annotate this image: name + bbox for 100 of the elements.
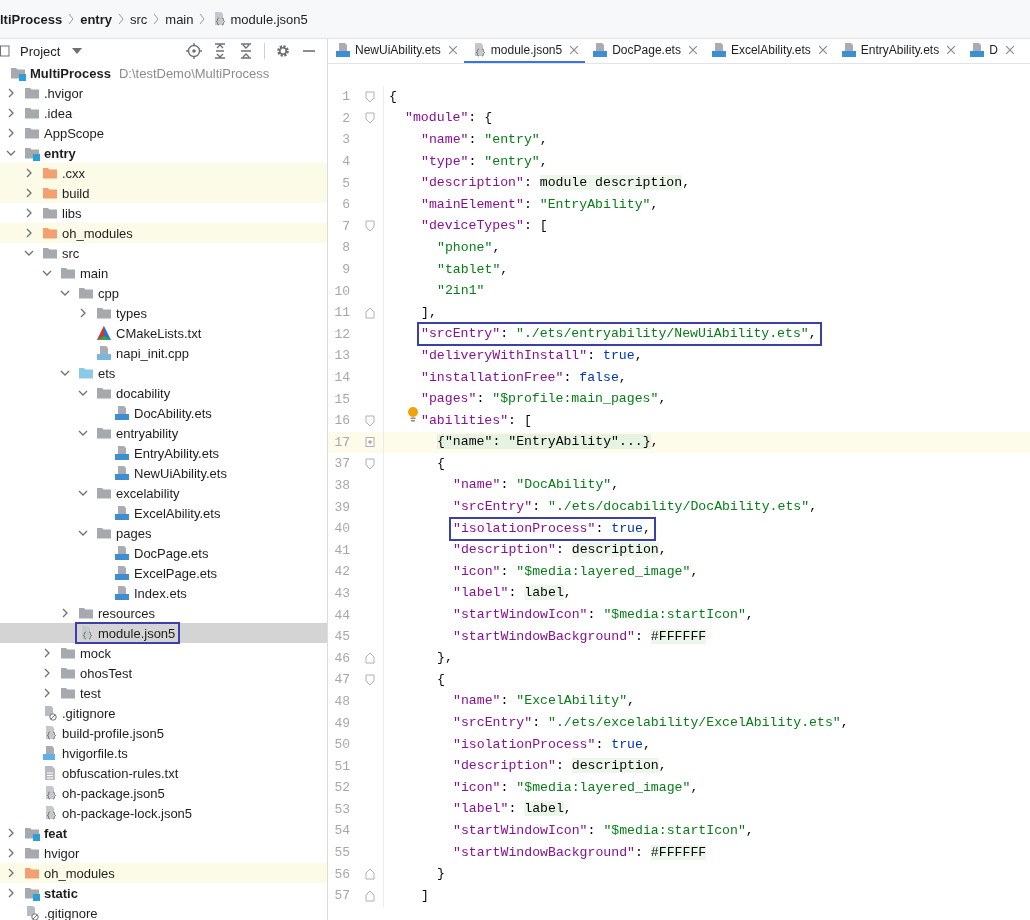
code-line: { xyxy=(436,670,446,689)
chevron-down-icon[interactable] xyxy=(78,388,88,398)
code-line: "icon": "$media:layered_image", xyxy=(452,778,700,797)
tree-item[interactable]: EntryAbility.ets xyxy=(134,445,219,461)
close-icon[interactable] xyxy=(818,46,827,54)
chevron-right-icon[interactable] xyxy=(24,168,34,178)
editor-tab[interactable]: D xyxy=(962,39,1014,63)
tree-item[interactable]: mock xyxy=(80,645,112,661)
tree-item[interactable]: oh-package-lock.json5 xyxy=(62,805,193,821)
editor-tab[interactable]: EntryAbility.ets xyxy=(833,39,963,63)
tree-item[interactable]: hvigorfile.ts xyxy=(62,745,128,761)
tree-item[interactable]: oh-package.json5 xyxy=(62,785,165,801)
breadcrumb-item[interactable]: module.json5 xyxy=(211,11,308,27)
chevron-down-icon[interactable] xyxy=(78,528,88,538)
tree-item[interactable]: build xyxy=(62,185,90,201)
chevron-right-icon[interactable] xyxy=(42,648,52,658)
editor-tab[interactable]: DocPage.ets xyxy=(585,39,704,63)
editor-tab[interactable]: ExcelAbility.ets xyxy=(703,39,834,63)
tree-item[interactable]: excelability xyxy=(116,485,180,501)
close-icon[interactable] xyxy=(448,46,457,54)
folder-icon xyxy=(24,865,40,881)
tree-item[interactable]: .idea xyxy=(44,105,73,121)
chevron-right-icon[interactable] xyxy=(6,128,16,138)
chevron-right-icon[interactable] xyxy=(24,188,34,198)
tree-item[interactable]: cpp xyxy=(98,285,119,301)
breadcrumb-item[interactable]: ltiProcess xyxy=(0,11,63,27)
chevron-right-icon[interactable] xyxy=(6,848,16,858)
tree-item[interactable]: oh_modules xyxy=(44,865,115,881)
tree-item[interactable]: entry xyxy=(44,145,76,161)
close-icon[interactable] xyxy=(688,46,697,54)
code-line: "pages": "$profile:main_pages", xyxy=(420,390,668,409)
tree-item[interactable]: test xyxy=(80,685,101,701)
tree-item[interactable]: ohosTest xyxy=(80,665,133,681)
lightbulb-icon[interactable] xyxy=(407,405,419,422)
tree-item[interactable]: oh_modules xyxy=(62,225,133,241)
tree-item[interactable]: ets xyxy=(98,365,116,381)
tree-item[interactable]: main xyxy=(80,265,109,281)
tree-item[interactable]: napi_init.cpp xyxy=(116,345,189,361)
tree-item[interactable]: entryability xyxy=(116,425,179,441)
close-icon[interactable] xyxy=(1005,46,1014,54)
tree-item[interactable]: Index.ets xyxy=(134,585,187,601)
chevron-down-icon[interactable] xyxy=(78,428,88,438)
tree-item[interactable]: types xyxy=(116,305,148,321)
chevron-down-icon[interactable] xyxy=(78,488,88,498)
chevron-right-icon[interactable] xyxy=(24,208,34,218)
tree-item[interactable]: .hvigor xyxy=(44,85,84,101)
chevron-right-icon[interactable] xyxy=(60,608,70,618)
tree-item[interactable]: static xyxy=(44,885,78,901)
crosshair-icon[interactable] xyxy=(186,43,202,59)
folder-icon xyxy=(24,85,40,101)
tree-item[interactable]: ExcelAbility.ets xyxy=(134,505,221,521)
tree-item[interactable]: DocAbility.ets xyxy=(134,405,212,421)
code-line: "name": "entry", xyxy=(420,131,549,149)
breadcrumb-item[interactable]: entry xyxy=(80,11,112,27)
tree-item[interactable]: docability xyxy=(116,385,171,401)
editor-tab[interactable]: NewUiAbility.ets xyxy=(328,39,464,63)
module-folder-icon xyxy=(10,65,26,81)
tree-item[interactable]: resources xyxy=(98,605,156,621)
chevron-right-icon[interactable] xyxy=(42,668,52,678)
chevron-right-icon[interactable] xyxy=(78,308,88,318)
close-icon[interactable] xyxy=(947,46,956,54)
tree-item[interactable]: libs xyxy=(62,205,82,221)
tree-item[interactable]: ExcelPage.ets xyxy=(134,565,218,581)
chevron-down-icon[interactable] xyxy=(60,368,70,378)
breadcrumb-item[interactable]: main xyxy=(165,11,194,27)
project-root[interactable]: MultiProcess xyxy=(30,65,111,81)
tree-item[interactable]: AppScope xyxy=(44,125,104,141)
tree-item[interactable]: src xyxy=(62,245,80,261)
expand-all-icon[interactable] xyxy=(212,43,228,59)
tree-item[interactable]: .gitignore xyxy=(44,905,98,920)
chevron-right-icon[interactable] xyxy=(6,868,16,878)
chevron-down-icon[interactable] xyxy=(24,248,34,258)
chevron-right-icon[interactable] xyxy=(6,888,16,898)
tree-item[interactable]: NewUiAbility.ets xyxy=(134,465,227,481)
close-icon[interactable] xyxy=(570,46,579,54)
tree-item[interactable]: .cxx xyxy=(62,165,86,181)
tree-item[interactable]: obfuscation-rules.txt xyxy=(62,765,179,781)
folder-icon xyxy=(60,665,76,681)
chevron-right-icon[interactable] xyxy=(6,88,16,98)
tree-item[interactable]: hvigor xyxy=(44,845,80,861)
project-view-dropdown[interactable]: Project xyxy=(20,43,83,59)
settings-icon[interactable] xyxy=(275,43,291,59)
line-number: 39 xyxy=(333,499,350,515)
chevron-right-icon[interactable] xyxy=(24,228,34,238)
breadcrumb-item[interactable]: src xyxy=(129,11,148,27)
tree-item[interactable]: .gitignore xyxy=(62,705,116,721)
line-number: 37 xyxy=(333,456,350,472)
line-number: 45 xyxy=(333,629,350,645)
chevron-down-icon[interactable] xyxy=(60,288,70,298)
tree-item[interactable]: CMakeLists.txt xyxy=(116,325,202,341)
tree-item[interactable]: feat xyxy=(44,825,68,841)
tree-item[interactable]: DocPage.ets xyxy=(134,545,209,561)
chevron-down-icon[interactable] xyxy=(6,148,16,158)
tree-item[interactable]: build-profile.json5 xyxy=(62,725,164,741)
chevron-right-icon[interactable] xyxy=(6,828,16,838)
chevron-right-icon[interactable] xyxy=(42,688,52,698)
chevron-right-icon[interactable] xyxy=(6,108,16,118)
tree-item[interactable]: pages xyxy=(116,525,152,541)
chevron-down-icon[interactable] xyxy=(42,268,52,278)
collapse-all-icon[interactable] xyxy=(238,43,254,59)
